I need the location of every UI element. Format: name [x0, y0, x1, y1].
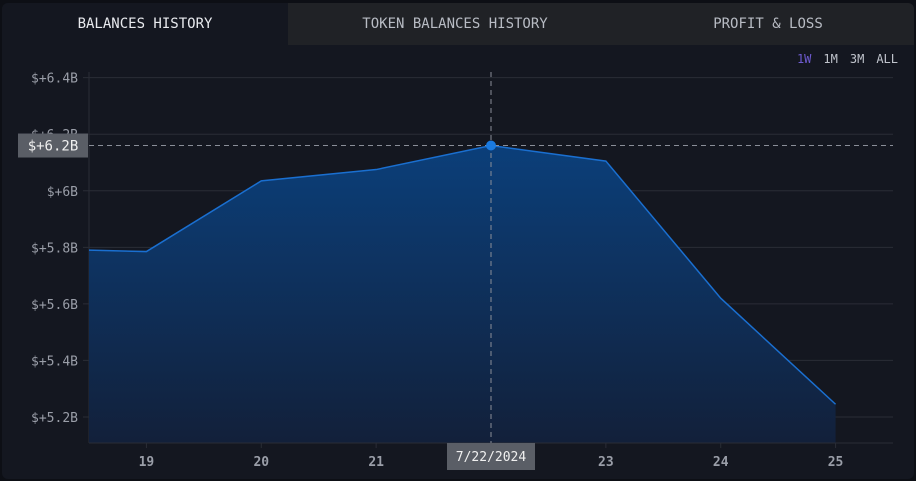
area-fill [89, 145, 836, 443]
x-tick-label: 21 [368, 455, 384, 470]
x-tick-label: 24 [713, 455, 729, 470]
y-tick-label: $+5.8B [31, 241, 78, 256]
y-tick-label: $+6B [47, 185, 78, 200]
x-tick-label: 25 [828, 455, 844, 470]
y-tick-label: $+5.4B [31, 354, 78, 369]
highlight-point [486, 140, 496, 151]
x-tick-label: 19 [139, 455, 155, 470]
y-tick-label: $+5.2B [31, 411, 78, 426]
crosshair-y-label: $+6.2B [28, 139, 79, 155]
x-tick-label: 23 [598, 455, 614, 470]
y-tick-label: $+5.6B [31, 298, 78, 313]
crosshair-x-label: 7/22/2024 [456, 450, 527, 465]
balance-chart[interactable]: $+5.2B $+5.4B $+5.6B $+5.8B $+6B $+6.2B $+6.4B… [0, 0, 916, 481]
x-tick-label: 20 [253, 455, 269, 470]
y-tick-label: $+6.4B [31, 72, 78, 87]
